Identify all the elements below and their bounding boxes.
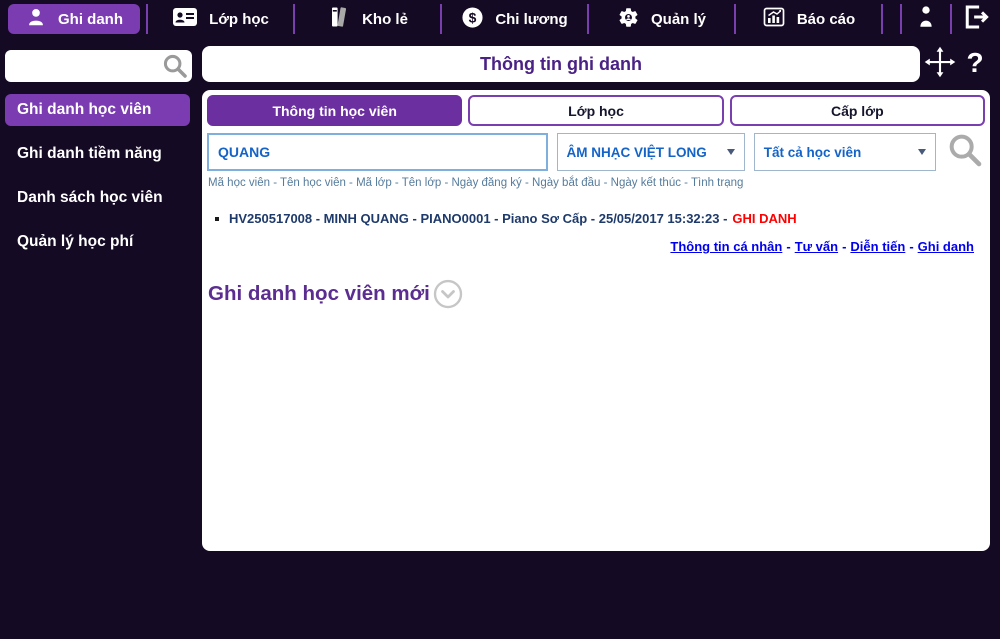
gear-icon bbox=[617, 6, 640, 33]
tab-cap-lop[interactable]: Cấp lớp bbox=[730, 95, 985, 126]
person-icon bbox=[25, 6, 47, 32]
sidebar-item-quan-ly-hoc-phi[interactable]: Quản lý học phí bbox=[5, 226, 190, 258]
main-panel: Thông tin học viên Lớp học Cấp lớp ÂM NH… bbox=[202, 90, 990, 551]
sidebar-search-input[interactable] bbox=[5, 50, 157, 82]
section-title: Ghi danh học viên mới bbox=[208, 282, 430, 306]
top-navigation: Ghi danh Lớp học Kho lẻ $ Chi lương Quản… bbox=[0, 0, 1000, 38]
tab-label: Lớp học bbox=[568, 103, 624, 119]
nav-item-label: Ghi danh bbox=[58, 11, 123, 28]
school-select-value: ÂM NHẠC VIỆT LONG bbox=[567, 145, 707, 160]
link-tu-van[interactable]: Tư vấn bbox=[795, 239, 838, 254]
sidebar-item-danh-sach-hoc-vien[interactable]: Danh sách học viên bbox=[5, 182, 190, 214]
nav-item-chi-luong[interactable]: $ Chi lương bbox=[442, 0, 587, 38]
nav-item-ghi-danh[interactable]: Ghi danh bbox=[8, 4, 140, 34]
nav-item-label: Chi lương bbox=[495, 11, 567, 28]
move-handle[interactable] bbox=[922, 45, 958, 83]
sidebar: Ghi danh học viên Ghi danh tiềm năng Dan… bbox=[0, 38, 200, 639]
page-title-bar: Thông tin ghi danh bbox=[202, 46, 920, 82]
link-dien-tien[interactable]: Diễn tiến bbox=[850, 239, 905, 254]
chart-icon bbox=[762, 5, 786, 33]
chevron-down-icon bbox=[727, 149, 735, 155]
bullet-icon bbox=[215, 217, 219, 221]
page-title: Thông tin ghi danh bbox=[480, 54, 642, 75]
svg-text:$: $ bbox=[469, 9, 477, 25]
dollar-icon: $ bbox=[461, 6, 484, 33]
user-icon bbox=[913, 3, 939, 36]
sidebar-search-box bbox=[5, 50, 192, 82]
books-icon bbox=[327, 5, 351, 33]
nav-item-lop-hoc[interactable]: Lớp học bbox=[148, 0, 293, 38]
expand-section-button[interactable] bbox=[433, 279, 463, 309]
sidebar-item-ghi-danh-hoc-vien[interactable]: Ghi danh học viên bbox=[5, 94, 190, 126]
new-enrollment-section-header: Ghi danh học viên mới bbox=[208, 279, 990, 309]
tab-label: Cấp lớp bbox=[831, 103, 884, 119]
logout-button[interactable] bbox=[952, 0, 1000, 38]
id-card-icon bbox=[172, 6, 198, 32]
result-text: HV250517008 - MINH QUANG - PIANO0001 - P… bbox=[229, 211, 727, 226]
search-icon[interactable] bbox=[161, 52, 189, 85]
nav-item-bao-cao[interactable]: Báo cáo bbox=[736, 0, 881, 38]
student-filter-select[interactable]: Tất cả học viên bbox=[754, 133, 936, 171]
result-links: Thông tin cá nhân-Tư vấn-Diễn tiến-Ghi d… bbox=[202, 239, 990, 254]
nav-item-label: Báo cáo bbox=[797, 11, 855, 28]
tab-label: Thông tin học viên bbox=[272, 103, 396, 119]
move-icon bbox=[923, 45, 957, 84]
status-badge: GHI DANH bbox=[732, 211, 796, 226]
sidebar-item-label: Ghi danh học viên bbox=[17, 101, 151, 119]
tab-thong-tin-hoc-vien[interactable]: Thông tin học viên bbox=[207, 95, 462, 126]
sidebar-item-label: Ghi danh tiềm năng bbox=[17, 145, 162, 163]
nav-item-label: Lớp học bbox=[209, 11, 269, 28]
link-separator: - bbox=[909, 239, 913, 254]
search-helper-text: Mã học viên - Tên học viên - Mã lớp - Tê… bbox=[208, 177, 990, 189]
search-icon bbox=[945, 130, 985, 175]
link-separator: - bbox=[786, 239, 790, 254]
student-search-input[interactable] bbox=[207, 133, 548, 171]
nav-item-label: Quản lý bbox=[651, 11, 706, 28]
question-mark-icon: ? bbox=[966, 47, 983, 79]
search-button[interactable] bbox=[945, 132, 985, 172]
school-select[interactable]: ÂM NHẠC VIỆT LONG bbox=[557, 133, 745, 171]
tab-lop-hoc[interactable]: Lớp học bbox=[468, 95, 723, 126]
logout-icon bbox=[961, 2, 991, 37]
link-separator: - bbox=[842, 239, 846, 254]
nav-item-quan-ly[interactable]: Quản lý bbox=[589, 0, 734, 38]
student-filter-value: Tất cả học viên bbox=[764, 145, 862, 160]
nav-item-label: Kho lẻ bbox=[362, 11, 408, 28]
search-row: ÂM NHẠC VIỆT LONG Tất cả học viên bbox=[207, 132, 985, 172]
nav-item-kho-le[interactable]: Kho lẻ bbox=[295, 0, 440, 38]
chevron-down-icon bbox=[918, 149, 926, 155]
nav-separator bbox=[881, 4, 883, 34]
nav-right-group bbox=[900, 0, 1000, 38]
sidebar-item-label: Danh sách học viên bbox=[17, 189, 163, 207]
sidebar-item-ghi-danh-tiem-nang[interactable]: Ghi danh tiềm năng bbox=[5, 138, 190, 170]
link-ghi-danh[interactable]: Ghi danh bbox=[918, 239, 974, 254]
link-thong-tin-ca-nhan[interactable]: Thông tin cá nhân bbox=[670, 239, 782, 254]
result-row[interactable]: HV250517008 - MINH QUANG - PIANO0001 - P… bbox=[215, 211, 990, 226]
user-profile-button[interactable] bbox=[902, 0, 950, 38]
tab-bar: Thông tin học viên Lớp học Cấp lớp bbox=[202, 90, 990, 126]
sidebar-item-label: Quản lý học phí bbox=[17, 233, 133, 251]
help-button[interactable]: ? bbox=[960, 44, 990, 82]
